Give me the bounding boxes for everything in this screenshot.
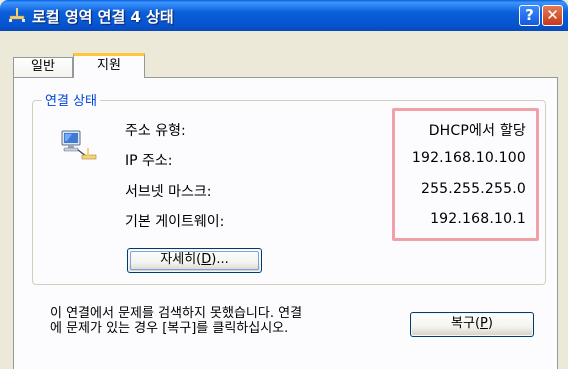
repair-message: 이 연결에서 문제를 검색하지 못했습니다. 연결 에 문제가 있는 경우 [복… (50, 306, 400, 336)
address-type-label: 주소 유형: (125, 123, 186, 139)
details-button-text: 자세히( (160, 252, 202, 267)
default-gateway-label: 기본 게이트웨이: (125, 214, 225, 230)
details-button-suffix: )... (211, 252, 229, 267)
close-button[interactable]: ✕ (542, 5, 563, 26)
tab-general[interactable]: 일반 (13, 57, 73, 77)
repair-message-line2: 에 문제가 있는 경우 [복구]를 클릭하십시오. (50, 321, 289, 336)
repair-button-text: 복구( (451, 316, 481, 331)
repair-button-suffix: ) (487, 316, 493, 331)
values-highlight-box (392, 108, 539, 241)
details-button[interactable]: 자세히(D)... (127, 248, 262, 273)
status-dialog: 로컬 영역 연결 4 상태 ? ✕ 일반 지원 연결 상태 주소 유형: DHC… (0, 0, 568, 369)
network-connection-icon (9, 8, 25, 22)
title-bar[interactable]: 로컬 영역 연결 4 상태 ? ✕ (0, 0, 568, 31)
connection-status-title: 연결 상태 (42, 90, 100, 109)
repair-message-line1: 이 연결에서 문제를 검색하지 못했습니다. 연결 (50, 306, 303, 321)
help-button[interactable]: ? (519, 5, 540, 26)
network-computer-icon (61, 130, 97, 160)
window-title: 로컬 영역 연결 4 상태 (32, 8, 174, 26)
details-button-mnemonic: D (201, 252, 212, 267)
repair-button-mnemonic: P (480, 316, 488, 331)
repair-button[interactable]: 복구(P) (410, 312, 534, 337)
ip-address-label: IP 주소: (125, 153, 173, 169)
subnet-mask-label: 서브넷 마스크: (125, 184, 212, 200)
tab-support[interactable]: 지원 (73, 53, 145, 78)
